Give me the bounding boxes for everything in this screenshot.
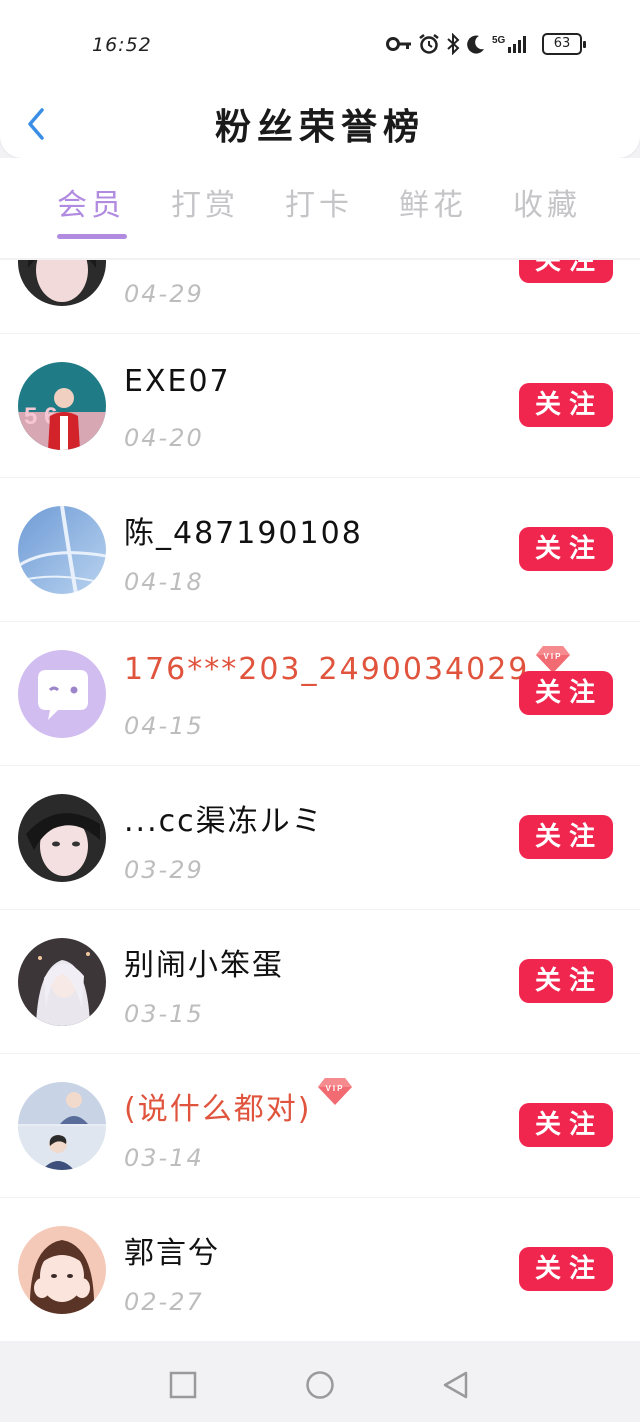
list-item[interactable]: 176***203_2490034029 VIP 04-15 关注 xyxy=(0,622,640,765)
follow-button[interactable]: 关注 xyxy=(519,527,613,571)
avatar[interactable] xyxy=(18,260,106,306)
list-item[interactable]: 别闹小笨蛋 03-15 关注 xyxy=(0,910,640,1053)
follow-button[interactable]: 关注 xyxy=(519,1247,613,1291)
vip-diamond-icon: VIP xyxy=(318,1078,353,1105)
list-item[interactable]: 5 6 EXE07 04-20 关注 xyxy=(0,334,640,477)
vip-diamond-icon: VIP xyxy=(536,646,571,673)
fan-date: 04-18 xyxy=(124,568,204,596)
avatar[interactable] xyxy=(18,506,106,594)
follow-button[interactable]: 关注 xyxy=(519,815,613,859)
signal-icon: 5G xyxy=(492,35,526,53)
fan-date: 04-15 xyxy=(124,712,204,740)
list-item[interactable]: 郭言兮 02-27 关注 xyxy=(0,1198,640,1341)
list-item[interactable]: 陈_487190108 04-18 关注 xyxy=(0,478,640,621)
tab-favorite[interactable]: 收藏 xyxy=(502,180,592,224)
tab-member[interactable]: 会员 xyxy=(46,180,136,224)
bluetooth-icon xyxy=(447,33,460,55)
avatar[interactable] xyxy=(18,650,106,738)
avatar[interactable] xyxy=(18,938,106,1026)
page-title: 粉丝荣誉榜 xyxy=(214,107,425,148)
fan-name[interactable]: 郭言兮 xyxy=(124,1228,220,1272)
tab-checkin[interactable]: 打卡 xyxy=(274,180,364,224)
follow-button[interactable]: 关注 xyxy=(519,260,613,283)
fan-name[interactable]: 陈_487190108 xyxy=(124,508,363,552)
app-header: 16:52 5G 63 粉丝荣誉榜 xyxy=(0,0,640,158)
svg-text:VIP: VIP xyxy=(544,652,563,661)
fan-name[interactable]: EXE07 xyxy=(124,364,231,399)
moon-icon xyxy=(467,35,484,54)
avatar[interactable] xyxy=(18,1082,106,1170)
key-icon xyxy=(386,37,411,51)
fan-date: 03-14 xyxy=(124,1144,204,1172)
follow-button[interactable]: 关注 xyxy=(519,383,613,427)
fan-name-text: 176***203_2490034029 xyxy=(124,652,530,687)
fan-name[interactable]: (说什么都对) VIP xyxy=(124,1078,353,1128)
list-item[interactable]: 04-29 关注 xyxy=(0,260,640,333)
follow-button[interactable]: 关注 xyxy=(519,1103,613,1147)
active-tab-indicator xyxy=(57,234,127,239)
home-icon[interactable] xyxy=(305,1370,335,1400)
fan-name-text: (说什么都对) xyxy=(124,1092,312,1127)
fan-date: 03-29 xyxy=(124,856,204,884)
fan-name[interactable]: ...cc渠冻ルミ xyxy=(124,796,324,840)
tab-reward[interactable]: 打赏 xyxy=(160,180,250,224)
battery-icon: 63 xyxy=(542,33,586,55)
fan-date: 02-27 xyxy=(124,1288,204,1316)
fan-name[interactable]: 别闹小笨蛋 xyxy=(124,940,284,984)
fan-date: 04-29 xyxy=(124,280,204,308)
avatar[interactable]: 5 6 xyxy=(18,362,106,450)
tab-bar: 会员 打赏 打卡 鲜花 收藏 xyxy=(0,158,640,258)
avatar[interactable] xyxy=(18,794,106,882)
list-item[interactable]: ...cc渠冻ルミ 03-29 关注 xyxy=(0,766,640,909)
fan-date: 03-15 xyxy=(124,1000,204,1028)
fan-list[interactable]: 04-29 关注 5 6 EXE07 04-20 关注 陈_487190108 … xyxy=(0,260,640,1342)
status-time: 16:52 xyxy=(92,34,152,56)
svg-text:VIP: VIP xyxy=(326,1084,345,1093)
list-item[interactable]: (说什么都对) VIP 03-14 关注 xyxy=(0,1054,640,1197)
fan-date: 04-20 xyxy=(124,424,204,452)
fan-name[interactable]: 176***203_2490034029 VIP xyxy=(124,646,571,687)
follow-button[interactable]: 关注 xyxy=(519,959,613,1003)
status-icons: 5G 63 xyxy=(386,30,586,58)
tab-flower[interactable]: 鲜花 xyxy=(388,180,478,224)
back-icon[interactable] xyxy=(440,1370,470,1400)
avatar[interactable] xyxy=(18,1226,106,1314)
follow-button[interactable]: 关注 xyxy=(519,671,613,715)
alarm-icon xyxy=(419,34,439,54)
system-nav-bar xyxy=(0,1342,640,1422)
recent-apps-icon[interactable] xyxy=(168,1370,198,1400)
svg-text:5G: 5G xyxy=(492,35,506,46)
